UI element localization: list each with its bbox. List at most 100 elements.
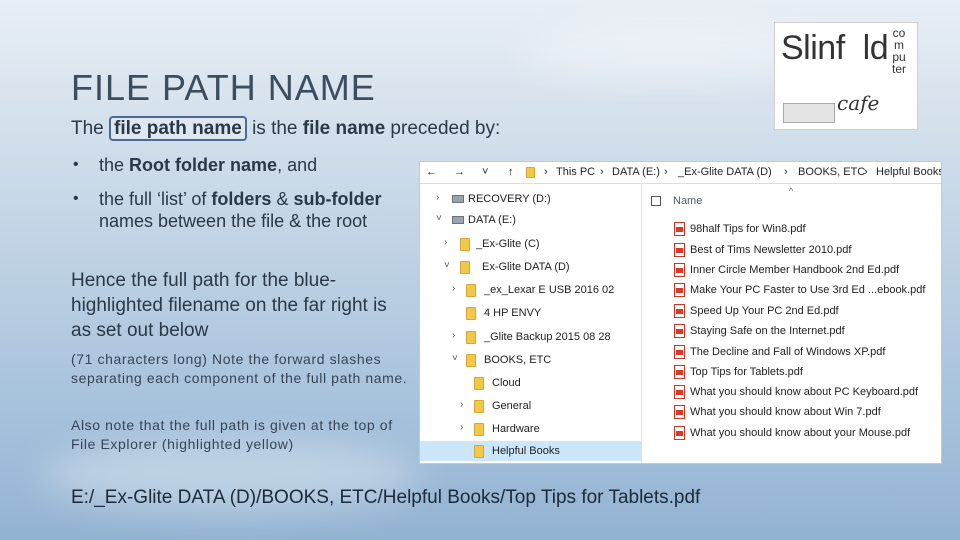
- intro-highlight: file path name: [109, 116, 247, 141]
- intro-mid: is the: [252, 118, 298, 139]
- tree-item[interactable]: › _Glite Backup 2015 08 28: [420, 327, 642, 347]
- drive-icon: [452, 216, 464, 224]
- breadcrumb-sep: ›: [784, 166, 788, 178]
- expand-chevron-icon[interactable]: ˅: [436, 213, 442, 224]
- bullet-text: the full ‘list’ of: [99, 189, 207, 209]
- recent-chevron-icon[interactable]: ˅: [482, 166, 488, 178]
- file-name: 98half Tips for Win8.pdf: [690, 223, 806, 235]
- tree-item-label: _ex_Lexar E USB 2016 02: [484, 284, 615, 296]
- folder-icon: [474, 445, 484, 458]
- file-name: The Decline and Fall of Windows XP.pdf: [690, 346, 886, 358]
- expand-chevron-icon[interactable]: ›: [436, 192, 439, 203]
- logo-vertical-text: computer: [892, 26, 907, 76]
- slinfold-logo: Slinf ld computer cafe: [774, 22, 918, 130]
- tree-item-selected[interactable]: Helpful Books: [420, 441, 642, 461]
- expand-chevron-icon[interactable]: ›: [452, 283, 455, 294]
- folder-icon: [526, 167, 535, 178]
- file-row[interactable]: 98half Tips for Win8.pdf: [643, 219, 941, 239]
- navigation-pane: › RECOVERY (D:) ˅ DATA (E:) › _Ex-Glite …: [420, 184, 642, 463]
- tree-item-label: DATA (E:): [468, 214, 516, 226]
- expand-chevron-icon[interactable]: ›: [460, 422, 463, 433]
- file-row[interactable]: Best of Tims Newsletter 2010.pdf: [643, 240, 941, 260]
- tree-item-label: Cloud: [492, 377, 521, 389]
- select-all-checkbox[interactable]: [651, 196, 661, 206]
- file-row[interactable]: What you should know about Win 7.pdf: [643, 402, 941, 422]
- pdf-file-icon: [674, 263, 685, 277]
- tree-item[interactable]: › General: [420, 396, 642, 416]
- logo-wordmark: Slinf ld: [781, 29, 889, 68]
- tree-item-label: Ex-Glite DATA (D): [482, 261, 570, 273]
- tree-item[interactable]: › Hardware: [420, 419, 642, 439]
- breadcrumb-item[interactable]: Helpful Books: [876, 166, 941, 178]
- folder-icon: [474, 423, 484, 436]
- slide-title: FILE PATH NAME: [71, 67, 376, 108]
- file-row[interactable]: What you should know about PC Keyboard.p…: [643, 382, 941, 402]
- expand-chevron-icon[interactable]: ˅: [452, 353, 458, 364]
- folder-icon: [474, 400, 484, 413]
- drive-icon: [452, 195, 464, 203]
- keyboard-icon: [783, 103, 835, 123]
- bullet-text: the: [99, 155, 125, 175]
- pdf-file-icon: [674, 222, 685, 236]
- file-row[interactable]: Staying Safe on the Internet.pdf: [643, 321, 941, 341]
- pdf-file-icon: [674, 283, 685, 297]
- breadcrumb-item[interactable]: This PC: [556, 166, 595, 178]
- intro-post: preceded by:: [390, 118, 501, 139]
- pdf-file-icon: [674, 324, 685, 338]
- explorer-note: Also note that the full path is given at…: [71, 417, 393, 452]
- breadcrumb-sep: ›: [864, 166, 868, 178]
- tree-item[interactable]: › _Ex-Glite (C): [420, 234, 642, 254]
- breadcrumb-sep: ›: [600, 166, 604, 178]
- file-name: What you should know about your Mouse.pd…: [690, 427, 911, 439]
- pdf-file-icon: [674, 345, 685, 359]
- expand-chevron-icon[interactable]: ›: [444, 237, 447, 248]
- file-name: Speed Up Your PC 2nd Ed.pdf: [690, 305, 839, 317]
- breadcrumb-sep: ›: [664, 166, 668, 178]
- tree-item[interactable]: ˅ DATA (E:): [420, 210, 642, 230]
- sort-ascending-icon[interactable]: ^: [789, 186, 793, 196]
- breadcrumb-item[interactable]: DATA (E:): [612, 166, 660, 178]
- tree-item-label: 4 HP ENVY: [484, 307, 542, 319]
- file-list-pane: ^ Name 98half Tips for Win8.pdf Best of …: [643, 184, 941, 463]
- expand-chevron-icon[interactable]: ˅: [444, 260, 450, 271]
- tree-item[interactable]: › RECOVERY (D:): [420, 189, 642, 209]
- expand-chevron-icon[interactable]: ›: [460, 399, 463, 410]
- file-name: Staying Safe on the Internet.pdf: [690, 325, 845, 337]
- tree-item[interactable]: 4 HP ENVY: [420, 303, 642, 323]
- file-row[interactable]: Make Your PC Faster to Use 3rd Ed ...ebo…: [643, 280, 941, 300]
- hence-text: Hence the full path for the blue-highlig…: [71, 270, 387, 341]
- character-count-note: (71 characters long) Note the forward sl…: [71, 351, 408, 386]
- logo-text-part: Slinf: [781, 29, 845, 67]
- file-row[interactable]: Speed Up Your PC 2nd Ed.pdf: [643, 301, 941, 321]
- tree-item[interactable]: › _ex_Lexar E USB 2016 02: [420, 280, 642, 300]
- pdf-file-icon: [674, 426, 685, 440]
- up-arrow-icon[interactable]: ↑: [508, 166, 514, 178]
- pdf-file-icon: [674, 243, 685, 257]
- logo-text-part: ld: [862, 29, 889, 67]
- pdf-file-icon: [674, 405, 685, 419]
- tree-item[interactable]: Cloud: [420, 373, 642, 393]
- breadcrumb-item[interactable]: _Ex-Glite DATA (D): [678, 166, 772, 178]
- bullet-text: , and: [277, 155, 318, 175]
- expand-chevron-icon[interactable]: ›: [452, 330, 455, 341]
- file-row[interactable]: Top Tips for Tablets.pdf: [643, 362, 941, 382]
- full-path-text: E:/_Ex-Glite DATA (D)/BOOKS, ETC/Helpful…: [71, 487, 701, 508]
- forward-arrow-icon[interactable]: →: [454, 166, 465, 178]
- tree-item-label: _Ex-Glite (C): [476, 238, 540, 250]
- tree-item-label: _Glite Backup 2015 08 28: [484, 331, 611, 343]
- back-arrow-icon[interactable]: ←: [426, 166, 437, 178]
- tree-item[interactable]: ˅ BOOKS, ETC: [420, 350, 642, 370]
- breadcrumb-item[interactable]: BOOKS, ETC: [798, 166, 865, 178]
- bullet-list: the Root folder name, and the full ‘list…: [71, 154, 411, 244]
- folder-icon: [460, 261, 470, 274]
- tree-item-label: Hardware: [492, 423, 540, 435]
- tree-item[interactable]: ˅ Ex-Glite DATA (D): [420, 257, 642, 277]
- file-row[interactable]: Inner Circle Member Handbook 2nd Ed.pdf: [643, 260, 941, 280]
- name-column-header[interactable]: Name: [673, 195, 702, 207]
- intro-line: The file path name is the file name prec…: [71, 116, 501, 141]
- tree-item-label: Helpful Books: [492, 445, 560, 457]
- file-row[interactable]: The Decline and Fall of Windows XP.pdf: [643, 342, 941, 362]
- file-row[interactable]: What you should know about your Mouse.pd…: [643, 423, 941, 443]
- file-name: Top Tips for Tablets.pdf: [690, 366, 803, 378]
- file-name: Best of Tims Newsletter 2010.pdf: [690, 244, 852, 256]
